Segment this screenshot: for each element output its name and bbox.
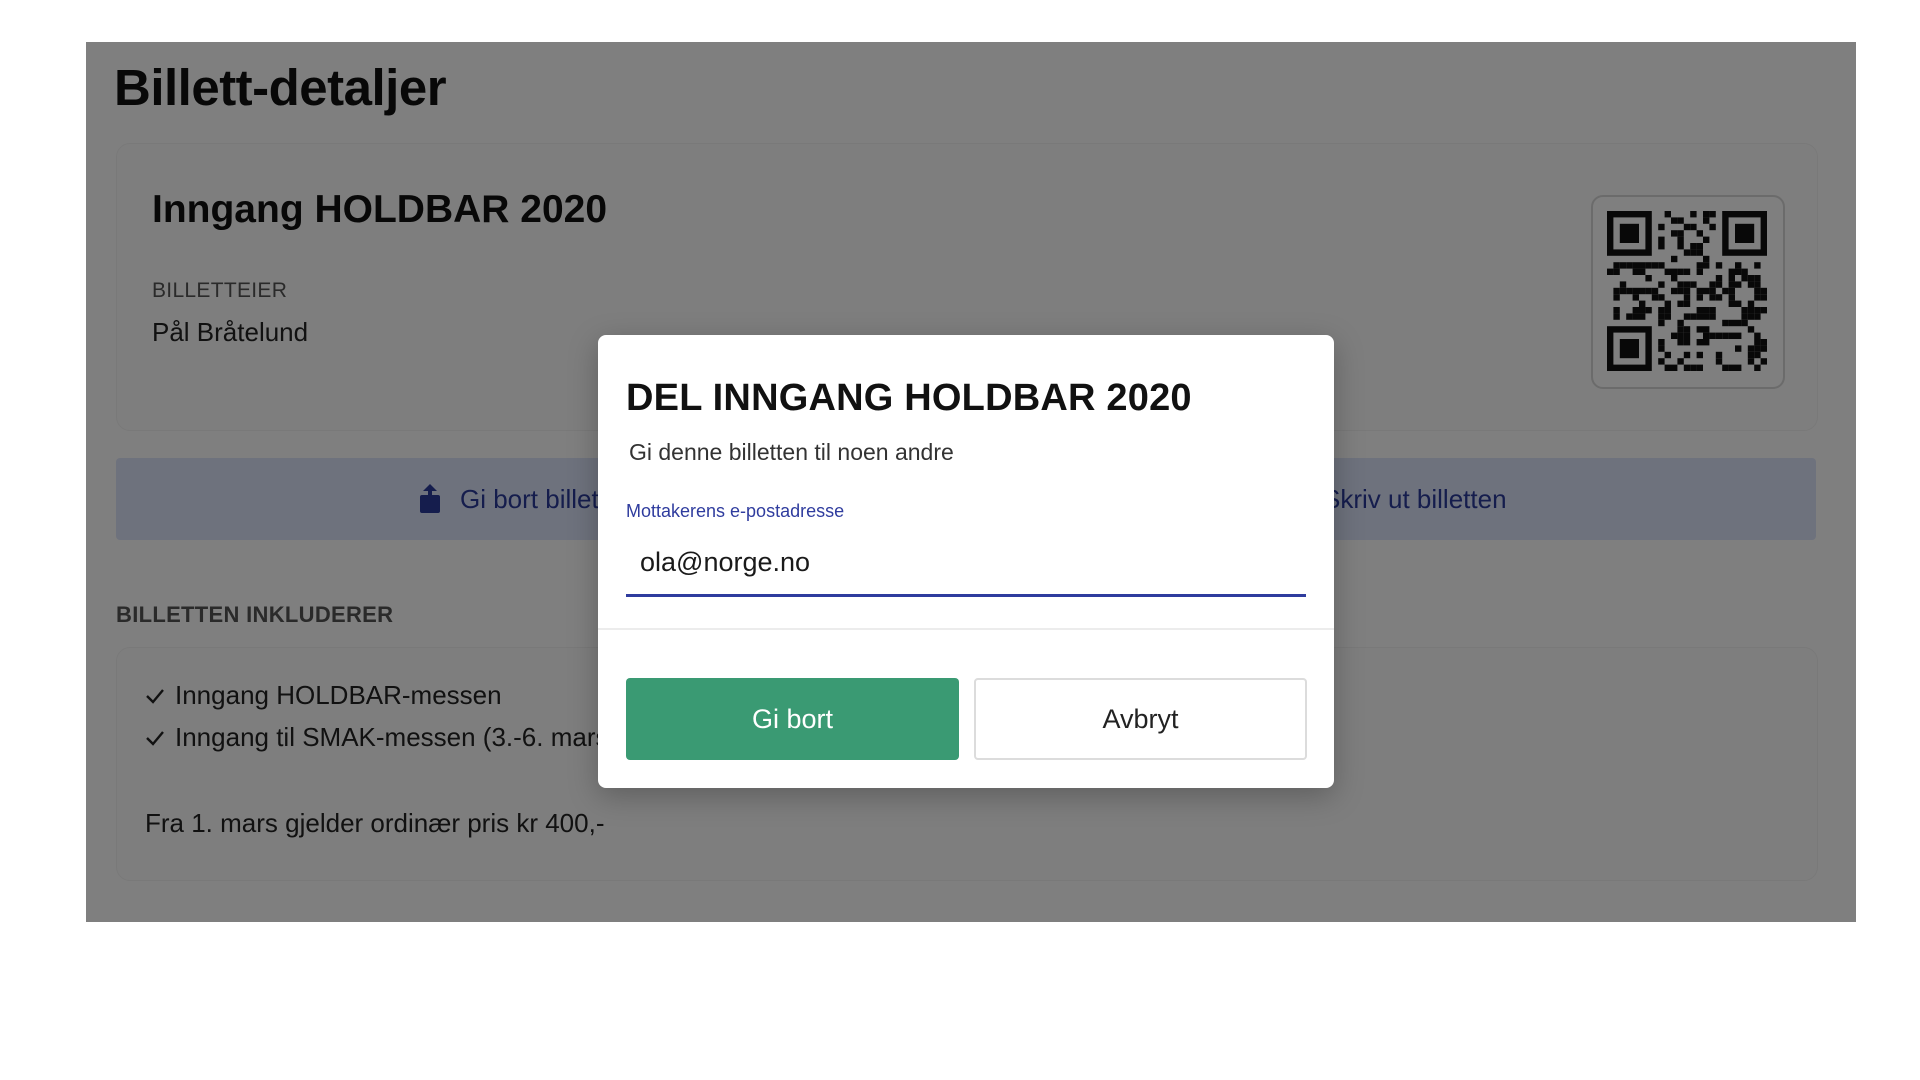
give-away-button[interactable]: Gi bort <box>626 678 959 760</box>
share-ticket-dialog: DEL INNGANG HOLDBAR 2020 Gi denne billet… <box>598 335 1334 788</box>
dialog-subtitle: Gi denne billetten til noen andre <box>629 439 954 465</box>
dialog-title: DEL INNGANG HOLDBAR 2020 <box>626 377 1192 419</box>
dialog-divider <box>598 628 1334 630</box>
cancel-button[interactable]: Avbryt <box>974 678 1307 760</box>
recipient-email-input[interactable] <box>626 531 1306 597</box>
email-field-label: Mottakerens e-postadresse <box>626 501 845 521</box>
